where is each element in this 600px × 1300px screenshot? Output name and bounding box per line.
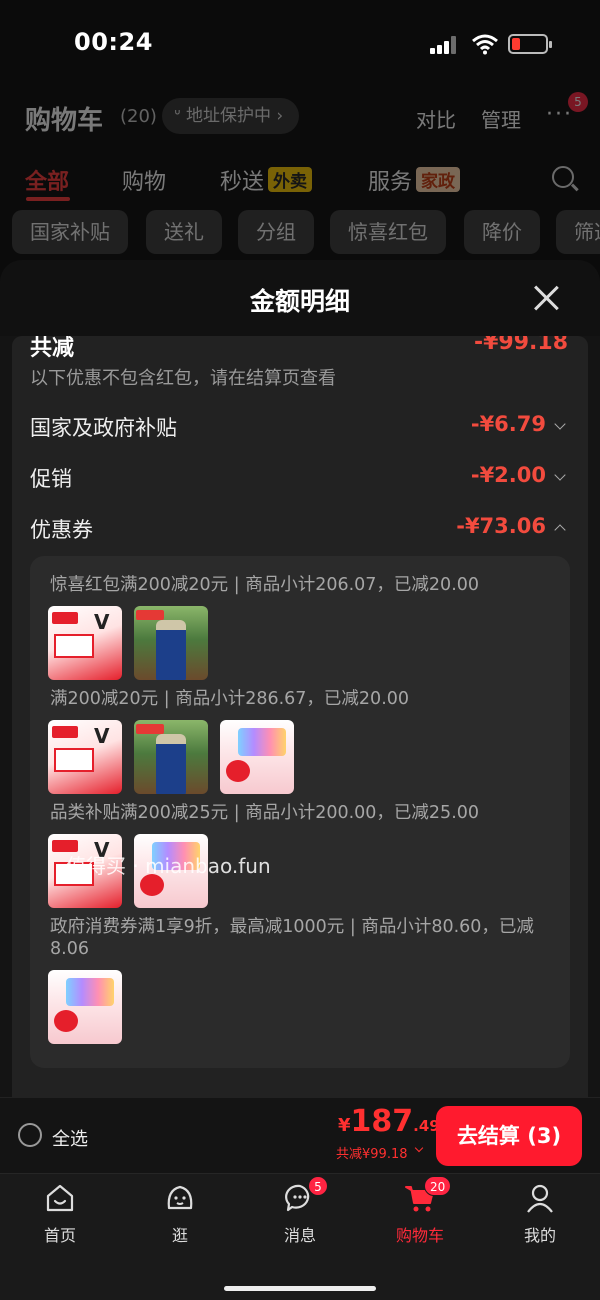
home-icon [46,1184,74,1212]
chevron-down-icon [554,469,566,481]
chip-price-drop[interactable]: 降价 [464,210,540,254]
cart-page-background: 购物车 (20) ᐡ 地址保护中 › 对比 管理 ··· 5 全部 购物 秒送外… [0,90,600,270]
nav-cart[interactable]: 20 购物车 [360,1174,480,1264]
watermark: 值得买 · mianbao.fun [66,854,271,878]
row-label: 促销 [30,467,72,491]
nav-label: 逛 [171,1226,188,1245]
tab-shopping[interactable]: 购物 [122,164,166,196]
row-label: 国家及政府补贴 [30,416,177,440]
product-thumbnail[interactable] [134,606,208,680]
page-title: 购物车 [25,106,104,136]
coupon-text: 政府消费券满1享9折，最高减1000元 | 商品小计80.60，已减8.06 [50,917,534,959]
product-thumbnail[interactable] [134,720,208,794]
tab-quick-delivery[interactable]: 秒送 外卖 [220,164,313,196]
chip-national-subsidy[interactable]: 国家补贴 [12,210,128,254]
detail-panel: 共减 -¥99.18 以下优惠不包含红包，请在结算页查看 国家及政府补贴 -¥6… [12,336,588,1116]
row-label: 优惠券 [30,518,93,542]
message-badge: 5 [308,1176,328,1196]
signal-icon [430,36,462,54]
select-all-radio[interactable] [18,1123,42,1147]
cart-count: (20) [120,106,157,127]
tab-tag: 外卖 [268,167,313,192]
tab-underline [26,197,70,201]
coupon-detail-box: 惊喜红包满200减20元 | 商品小计206.07，已减20.00 V 满200… [30,556,570,1068]
total-reduction-label: 共减 [30,336,75,361]
tab-services[interactable]: 服务 家政 [368,164,461,196]
chevron-up-icon [554,524,566,536]
product-mark: 78 [228,764,244,777]
product-thumbnail[interactable]: 78 [48,970,122,1044]
coupon-text: 满200减20元 | 商品小计286.67，已减20.00 [50,689,410,709]
bottom-nav: 首页 逛 5 消息 20 购物车 我的 [0,1173,600,1300]
shield-icon: ᐡ [174,106,187,126]
nav-browse[interactable]: 逛 [120,1174,240,1264]
chip-group[interactable]: 分组 [238,210,314,254]
nav-label: 我的 [523,1226,556,1245]
more-badge: 5 [568,92,588,112]
sheet-header: 金额明细 [0,260,600,336]
profile-icon [527,1184,553,1213]
chevron-down-icon [414,1143,424,1153]
total-price: ¥187.49 [338,1104,440,1139]
battery-icon [508,34,552,54]
chevron-down-icon [554,418,566,430]
search-icon[interactable] [552,166,574,188]
coupon-text: 惊喜红包满200减20元 | 商品小计206.07，已减20.00 [50,575,480,595]
nav-messages[interactable]: 5 消息 [240,1174,360,1264]
address-protection-pill[interactable]: ᐡ 地址保护中 › [162,98,300,134]
product-thumbnail[interactable]: V [48,720,122,794]
reduction-summary[interactable]: 共减¥99.18 [336,1143,408,1162]
product-mark: 78 [142,878,158,891]
compare-button[interactable]: 对比 [416,104,456,133]
nav-label: 首页 [43,1226,76,1245]
chip-gift[interactable]: 送礼 [146,210,222,254]
tab-label: 购物 [122,170,167,195]
row-amount: -¥6.79 [470,412,546,436]
address-pill-label: 地址保护中 › [186,106,284,126]
chip-surprise-redpacket[interactable]: 惊喜红包 [330,210,446,254]
product-mark: 78 [56,1014,72,1027]
product-thumbnail[interactable]: 78 [220,720,294,794]
select-all-label[interactable]: 全选 [52,1125,88,1151]
status-time: 00:24 [74,28,153,56]
row-amount: -¥2.00 [470,463,546,487]
status-bar: 00:24 [0,0,600,90]
nav-profile[interactable]: 我的 [480,1174,600,1264]
currency-symbol: ¥ [338,1115,351,1136]
nav-label: 购物车 [395,1226,444,1245]
wifi-icon [472,34,498,55]
product-thumbnail[interactable]: V [48,606,122,680]
chip-filter[interactable]: 筛选 [556,210,600,254]
nav-label: 消息 [283,1226,316,1245]
checkout-bar: 全选 ¥187.49 共减¥99.18 去结算 (3) [0,1097,600,1173]
total-reduction-amount: -¥99.18 [473,336,568,355]
tab-label: 全部 [25,170,70,195]
price-integer: 187 [350,1104,414,1139]
coupon-text: 品类补贴满200减25元 | 商品小计200.00，已减25.00 [50,803,480,823]
tab-all[interactable]: 全部 [25,164,69,196]
tab-label: 服务 [368,170,413,195]
manage-button[interactable]: 管理 [481,104,521,133]
product-mark: V [94,724,110,748]
cart-badge: 20 [424,1176,452,1196]
tab-label: 秒送 [220,170,265,195]
redpacket-note: 以下优惠不包含红包，请在结算页查看 [30,368,336,389]
nav-home[interactable]: 首页 [0,1174,120,1264]
home-indicator [224,1286,376,1291]
close-icon[interactable] [532,284,560,312]
product-mark: V [94,610,110,634]
row-amount: -¥73.06 [456,514,546,538]
checkout-button[interactable]: 去结算 (3) [436,1106,582,1166]
sheet-title: 金额明细 [249,287,350,316]
tab-tag: 家政 [416,167,461,192]
browse-icon [167,1185,193,1210]
